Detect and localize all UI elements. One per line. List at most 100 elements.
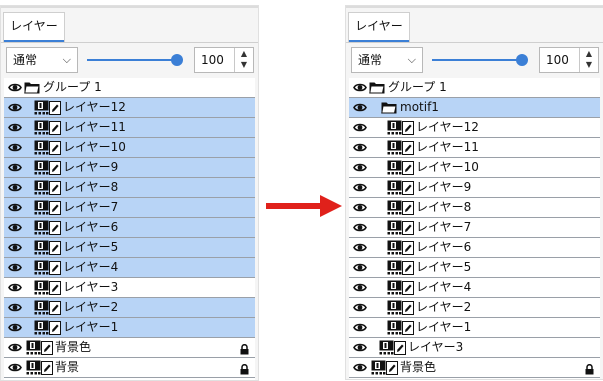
layer-row-レイヤー2[interactable]: レイヤー2 bbox=[4, 298, 255, 318]
eye-icon[interactable] bbox=[353, 221, 367, 234]
eye-icon[interactable] bbox=[353, 201, 367, 214]
eye-icon[interactable] bbox=[8, 201, 22, 214]
eye-icon[interactable] bbox=[8, 161, 22, 174]
eye-icon[interactable] bbox=[8, 101, 22, 114]
layer-thumbnail-icon bbox=[34, 200, 49, 215]
layer-name: 背景色 bbox=[55, 340, 92, 354]
layer-row-レイヤー7[interactable]: レイヤー7 bbox=[349, 218, 600, 238]
lock-icon[interactable] bbox=[585, 362, 594, 375]
eye-icon[interactable] bbox=[8, 301, 22, 314]
layer-row-背景色[interactable]: 背景色 bbox=[349, 358, 600, 378]
layer-row-レイヤー8[interactable]: レイヤー8 bbox=[349, 198, 600, 218]
layer-row-レイヤー4[interactable]: レイヤー4 bbox=[4, 258, 255, 278]
layer-row-レイヤー3[interactable]: レイヤー3 bbox=[4, 278, 255, 298]
eye-icon[interactable] bbox=[353, 321, 367, 334]
tab-layers[interactable]: レイヤー bbox=[348, 12, 410, 42]
spinner-arrows-icon[interactable]: ▲ ▼ bbox=[234, 48, 253, 72]
layers-panel-after: レイヤー 通常 ⌵ 100 ▲ ▼ グループ 1 motif1 レイヤー12 レイヤー1… bbox=[345, 5, 603, 380]
layer-row-レイヤー6[interactable]: レイヤー6 bbox=[349, 238, 600, 258]
layer-thumbnail-icon bbox=[34, 220, 49, 235]
layer-row-レイヤー10[interactable]: レイヤー10 bbox=[4, 138, 255, 158]
layer-row-レイヤー3[interactable]: レイヤー3 bbox=[349, 338, 600, 358]
layer-row-レイヤー2[interactable]: レイヤー2 bbox=[349, 298, 600, 318]
eye-icon[interactable] bbox=[353, 141, 367, 154]
eye-icon[interactable] bbox=[8, 241, 22, 254]
layer-row-グループ-1[interactable]: グループ 1 bbox=[4, 78, 255, 98]
opacity-slider[interactable] bbox=[87, 47, 183, 73]
layer-row-レイヤー7[interactable]: レイヤー7 bbox=[4, 198, 255, 218]
eye-icon[interactable] bbox=[353, 281, 367, 294]
layer-row-レイヤー4[interactable]: レイヤー4 bbox=[349, 278, 600, 298]
layer-thumbnail-icon bbox=[34, 300, 49, 315]
opacity-slider[interactable] bbox=[432, 47, 528, 73]
layer-name: レイヤー5 bbox=[416, 260, 472, 274]
eye-icon[interactable] bbox=[353, 101, 367, 114]
eye-icon[interactable] bbox=[8, 321, 22, 334]
opacity-input[interactable]: 100 ▲ ▼ bbox=[539, 47, 599, 73]
layer-row-レイヤー12[interactable]: レイヤー12 bbox=[4, 98, 255, 118]
opacity-slider-track bbox=[432, 59, 522, 61]
blend-mode-select[interactable]: 通常 ⌵ bbox=[351, 47, 423, 73]
layer-row-レイヤー9[interactable]: レイヤー9 bbox=[4, 158, 255, 178]
eye-icon[interactable] bbox=[353, 361, 367, 374]
layer-name: 背景 bbox=[55, 360, 80, 374]
layer-row-グループ-1[interactable]: グループ 1 bbox=[349, 78, 600, 98]
blend-mode-select[interactable]: 通常 ⌵ bbox=[6, 47, 78, 73]
layer-row-レイヤー5[interactable]: レイヤー5 bbox=[349, 258, 600, 278]
layer-row-レイヤー12[interactable]: レイヤー12 bbox=[349, 118, 600, 138]
eye-icon[interactable] bbox=[8, 141, 22, 154]
eye-icon[interactable] bbox=[353, 121, 367, 134]
pencil-icon bbox=[402, 201, 414, 215]
layer-name: レイヤー4 bbox=[416, 280, 472, 294]
eye-icon[interactable] bbox=[353, 261, 367, 274]
tab-layers[interactable]: レイヤー bbox=[3, 12, 65, 42]
pencil-icon bbox=[402, 121, 414, 135]
layer-row-レイヤー10[interactable]: レイヤー10 bbox=[349, 158, 600, 178]
eye-icon[interactable] bbox=[353, 181, 367, 194]
layer-row-motif1[interactable]: motif1 bbox=[349, 98, 600, 118]
eye-icon[interactable] bbox=[353, 301, 367, 314]
layer-row-レイヤー11[interactable]: レイヤー11 bbox=[349, 138, 600, 158]
pencil-icon bbox=[394, 341, 406, 355]
layer-row-レイヤー9[interactable]: レイヤー9 bbox=[349, 178, 600, 198]
eye-icon[interactable] bbox=[8, 281, 22, 294]
layer-list: グループ 1 レイヤー12 レイヤー11 レイヤー10 レイヤー9 レイヤー8 レイヤー7 レ… bbox=[4, 78, 255, 380]
eye-icon[interactable] bbox=[353, 161, 367, 174]
layer-row-背景[interactable]: 背景 bbox=[4, 358, 255, 378]
eye-icon[interactable] bbox=[8, 181, 22, 194]
eye-icon[interactable] bbox=[8, 361, 22, 374]
opacity-slider-thumb[interactable] bbox=[516, 54, 528, 66]
pencil-icon bbox=[49, 261, 61, 275]
eye-icon[interactable] bbox=[353, 81, 367, 94]
pencil-icon bbox=[402, 161, 414, 175]
eye-icon[interactable] bbox=[8, 121, 22, 134]
eye-icon[interactable] bbox=[8, 221, 22, 234]
layer-controls: 通常 ⌵ 100 ▲ ▼ bbox=[346, 47, 603, 75]
pencil-icon bbox=[49, 301, 61, 315]
layer-row-レイヤー5[interactable]: レイヤー5 bbox=[4, 238, 255, 258]
layer-row-レイヤー1[interactable]: レイヤー1 bbox=[4, 318, 255, 338]
pencil-icon bbox=[402, 241, 414, 255]
tab-layers-label: レイヤー bbox=[355, 19, 403, 33]
folder-icon bbox=[369, 81, 385, 94]
layer-row-レイヤー1[interactable]: レイヤー1 bbox=[349, 318, 600, 338]
layer-row-レイヤー11[interactable]: レイヤー11 bbox=[4, 118, 255, 138]
eye-icon[interactable] bbox=[8, 261, 22, 274]
spinner-arrows-icon[interactable]: ▲ ▼ bbox=[579, 48, 598, 72]
eye-icon[interactable] bbox=[353, 341, 367, 354]
opacity-input[interactable]: 100 ▲ ▼ bbox=[194, 47, 254, 73]
layer-thumbnail-icon bbox=[387, 220, 402, 235]
chevron-down-icon: ⌵ bbox=[407, 53, 416, 66]
eye-icon[interactable] bbox=[353, 241, 367, 254]
layer-name: レイヤー1 bbox=[63, 320, 119, 334]
eye-icon[interactable] bbox=[8, 81, 22, 94]
layer-row-背景色[interactable]: 背景色 bbox=[4, 338, 255, 358]
lock-icon[interactable] bbox=[240, 342, 249, 355]
opacity-slider-thumb[interactable] bbox=[171, 54, 183, 66]
layer-name: レイヤー7 bbox=[63, 200, 119, 214]
lock-icon[interactable] bbox=[240, 362, 249, 375]
layer-row-レイヤー8[interactable]: レイヤー8 bbox=[4, 178, 255, 198]
layer-thumbnail-icon bbox=[387, 280, 402, 295]
eye-icon[interactable] bbox=[8, 341, 22, 354]
layer-row-レイヤー6[interactable]: レイヤー6 bbox=[4, 218, 255, 238]
